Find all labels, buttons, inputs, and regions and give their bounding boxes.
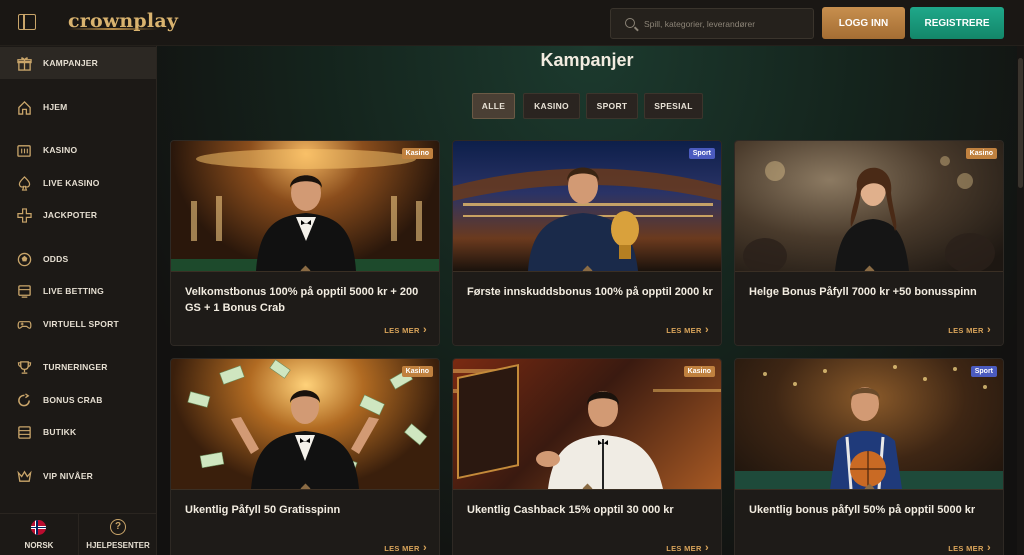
promo-title: Ukentlig bonus påfyll 50% på opptil 5000…	[749, 504, 976, 516]
promo-title: Første innskuddsbonus 100% på opptil 200…	[467, 286, 713, 298]
filter-kasino[interactable]: KASINO	[523, 93, 580, 119]
sidebar-item-butikk[interactable]: BUTIKK	[0, 416, 156, 448]
sidebar-item-kasino[interactable]: KASINO	[0, 134, 156, 166]
gamepad-icon	[16, 316, 32, 332]
read-more-link[interactable]: LES MER	[948, 324, 991, 336]
card-body: Helge Bonus Påfyll 7000 kr +50 bonusspin…	[735, 271, 1003, 345]
help-icon: ?	[110, 519, 126, 535]
crab-icon	[16, 392, 32, 408]
card-body: Første innskuddsbonus 100% på opptil 200…	[453, 271, 721, 345]
card-body: Velkomstbonus 100% på opptil 5000 kr + 2…	[171, 271, 439, 345]
sidebar-item-virtuell-sport[interactable]: VIRTUELL SPORT	[0, 308, 156, 340]
sidebar-item-kampanjer[interactable]: KAMPANJER	[0, 47, 156, 79]
sidebar-item-turneringer[interactable]: TURNERINGER	[0, 351, 156, 383]
promo-image-money: Kasino	[171, 359, 439, 489]
category-badge: Kasino	[401, 148, 433, 159]
language-label: NORSK	[24, 541, 54, 550]
category-badge: Sport	[970, 366, 997, 377]
sidebar-item-label: TURNERINGER	[43, 362, 108, 372]
sidebar-item-label: LIVE BETTING	[43, 286, 104, 296]
sidebar-item-label: VIP NIVÅER	[43, 471, 94, 481]
category-badge: Kasino	[683, 366, 715, 377]
ball-icon	[16, 251, 32, 267]
sidebar-item-live-betting[interactable]: LIVE BETTING	[0, 275, 156, 307]
sidebar-item-label: HJEM	[43, 102, 68, 112]
read-more-link[interactable]: LES MER	[666, 324, 709, 336]
filter-alle[interactable]: ALLE	[472, 93, 515, 119]
category-badge: Kasino	[965, 148, 997, 159]
promo-title: Velkomstbonus 100% på opptil 5000 kr + 2…	[185, 286, 419, 314]
jackpot-icon	[16, 207, 32, 223]
register-button[interactable]: REGISTRERE	[910, 7, 1004, 39]
sidebar: KAMPANJER HJEM KASINO LIVE KASINO JACKPO…	[0, 46, 157, 555]
sidebar-item-bonus-crab[interactable]: BONUS CRAB	[0, 384, 156, 416]
sidebar-item-jackpoter[interactable]: JACKPOTER	[0, 199, 156, 231]
help-label: HJELPESENTER	[86, 541, 150, 550]
promo-image-lady: Kasino	[735, 141, 1003, 271]
help-center-link[interactable]: ? HJELPESENTER	[78, 514, 156, 555]
spade-icon	[16, 175, 32, 191]
read-more-link[interactable]: LES MER	[948, 542, 991, 554]
scrollbar-thumb[interactable]	[1018, 58, 1023, 188]
promo-title: Helge Bonus Påfyll 7000 kr +50 bonusspin…	[749, 286, 977, 298]
promo-title: Ukentlig Påfyll 50 Gratisspinn	[185, 504, 341, 516]
sidebar-footer: NORSK ? HJELPESENTER	[0, 513, 156, 555]
card-body: Ukentlig Cashback 15% opptil 30 000 kr L…	[453, 489, 721, 555]
sidebar-item-label: BONUS CRAB	[43, 395, 103, 405]
promo-card[interactable]: Kasino Velkomstbonus 100% på opptil 5000…	[170, 140, 440, 346]
read-more-link[interactable]: LES MER	[384, 542, 427, 554]
read-more-link[interactable]: LES MER	[666, 542, 709, 554]
filter-sport[interactable]: SPORT	[586, 93, 638, 119]
sidebar-item-vip[interactable]: VIP NIVÅER	[0, 460, 156, 492]
card-body: Ukentlig bonus påfyll 50% på opptil 5000…	[735, 489, 1003, 555]
category-badge: Kasino	[401, 366, 433, 377]
main-content: Kampanjer ALLE KASINO SPORT SPESIAL Kasi…	[157, 46, 1024, 555]
trophy-icon	[16, 359, 32, 375]
sidebar-item-label: KASINO	[43, 145, 78, 155]
search-input[interactable]	[644, 9, 809, 38]
top-header: crownplay LOGG INN REGISTRERE	[0, 0, 1024, 46]
read-more-link[interactable]: LES MER	[384, 324, 427, 336]
page-title: Kampanjer	[540, 50, 634, 70]
sidebar-item-live-kasino[interactable]: LIVE KASINO	[0, 167, 156, 199]
sidebar-item-label: KAMPANJER	[43, 58, 99, 68]
scrollbar[interactable]	[1017, 46, 1024, 555]
sidebar-item-label: ODDS	[43, 254, 69, 264]
category-badge: Sport	[688, 148, 715, 159]
shop-icon	[16, 424, 32, 440]
promo-card[interactable]: Sport Ukentlig bonus påfyll 50% på oppti…	[734, 358, 1004, 555]
crown-icon	[16, 468, 32, 484]
sidebar-item-label: BUTIKK	[43, 427, 77, 437]
sidebar-item-hjem[interactable]: HJEM	[0, 91, 156, 123]
filter-spesial[interactable]: SPESIAL	[644, 93, 703, 119]
slot-machine-icon	[16, 142, 32, 158]
promo-image-basketball: Sport	[735, 359, 1003, 489]
promo-card[interactable]: Kasino Ukentlig Cashback 15% opptil 30 0…	[452, 358, 722, 555]
sidebar-item-label: VIRTUELL SPORT	[43, 319, 119, 329]
promo-card[interactable]: Kasino Helge Bonus Påfyll 7000 kr +50 bo…	[734, 140, 1004, 346]
promo-image-dealer: Kasino	[171, 141, 439, 271]
logo-underline	[68, 28, 158, 30]
card-body: Ukentlig Påfyll 50 Gratisspinn LES MER	[171, 489, 439, 555]
sidebar-toggle-icon[interactable]	[18, 14, 36, 30]
home-icon	[16, 99, 32, 115]
promo-title: Ukentlig Cashback 15% opptil 30 000 kr	[467, 504, 674, 516]
live-betting-icon	[16, 283, 32, 299]
language-selector[interactable]: NORSK	[0, 514, 78, 555]
promo-card[interactable]: Sport Første innskuddsbonus 100% på oppt…	[452, 140, 722, 346]
search-box[interactable]	[610, 8, 814, 39]
norway-flag-icon	[31, 520, 46, 535]
sidebar-item-label: LIVE KASINO	[43, 178, 100, 188]
promo-image-football: Sport	[453, 141, 721, 271]
promo-image-slots: Kasino	[453, 359, 721, 489]
search-icon	[625, 18, 635, 28]
promo-card[interactable]: Kasino Ukentlig Påfyll 50 Gratisspinn LE…	[170, 358, 440, 555]
gift-icon	[16, 55, 32, 71]
sidebar-item-odds[interactable]: ODDS	[0, 243, 156, 275]
login-button[interactable]: LOGG INN	[822, 7, 905, 39]
sidebar-item-label: JACKPOTER	[43, 210, 98, 220]
